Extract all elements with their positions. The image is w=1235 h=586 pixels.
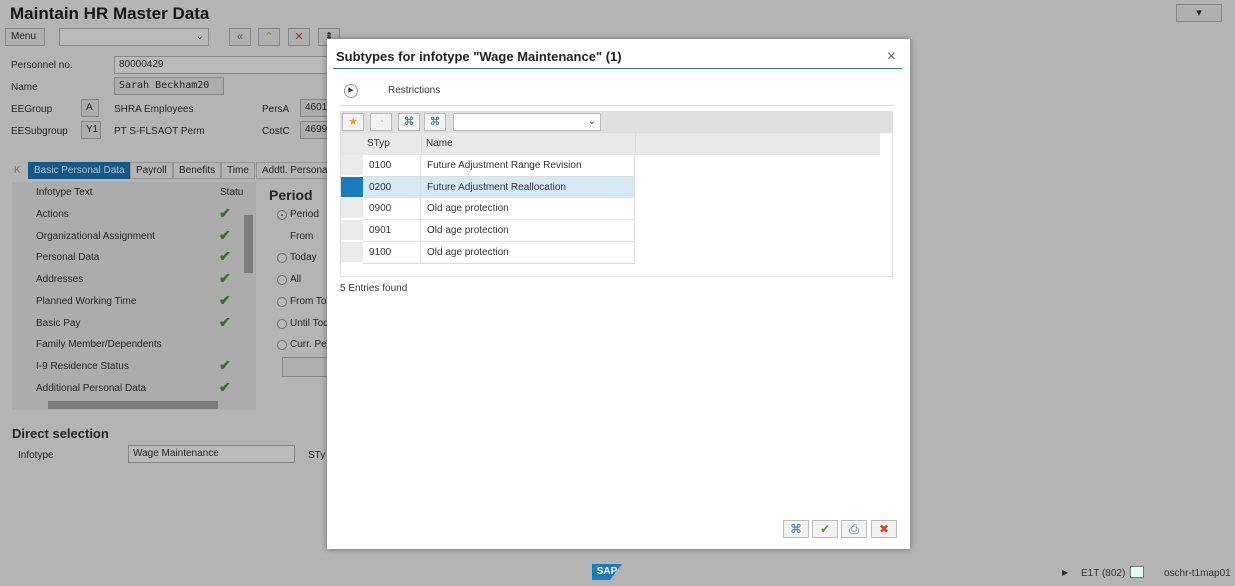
entries-found: 5 Entries found bbox=[340, 283, 408, 294]
restrictions-label[interactable]: Restrictions bbox=[388, 85, 440, 96]
row-selector[interactable] bbox=[341, 176, 363, 198]
grid-toolbar: ★ ◔ ⌘ ⌘ ⌄ bbox=[340, 111, 893, 132]
name-cell[interactable]: Old age protection bbox=[421, 220, 635, 243]
col-name[interactable]: Name bbox=[421, 133, 635, 155]
close-icon[interactable]: × bbox=[887, 48, 896, 66]
row-selector[interactable] bbox=[341, 220, 363, 242]
cancel-button[interactable]: ✖ bbox=[871, 520, 897, 538]
expand-restrictions-icon[interactable]: ▶ bbox=[344, 84, 358, 98]
expand-status-icon[interactable]: ▶ bbox=[1062, 568, 1068, 577]
find-next-icon[interactable]: ⌘ bbox=[424, 113, 446, 131]
styp-cell[interactable]: 0901 bbox=[363, 220, 421, 243]
print-button[interactable]: ⎙ bbox=[841, 520, 867, 538]
find-button[interactable]: ⌘ bbox=[783, 520, 809, 538]
row-selector[interactable] bbox=[341, 198, 363, 220]
row-selector[interactable] bbox=[341, 241, 363, 263]
styp-cell[interactable]: 0900 bbox=[363, 198, 421, 221]
styp-cell[interactable]: 0100 bbox=[363, 155, 421, 177]
styp-cell[interactable]: 0200 bbox=[363, 176, 421, 199]
session-icon[interactable] bbox=[1130, 566, 1144, 578]
sap-logo: SAP bbox=[592, 564, 622, 580]
layout-select[interactable]: ⌄ bbox=[453, 113, 601, 131]
row-selector[interactable] bbox=[341, 155, 363, 176]
status-bar: SAP ▶ E1T (802) oschr-t1map01 bbox=[0, 560, 1235, 586]
name-cell[interactable]: Future Adjustment Range Revision bbox=[421, 155, 635, 177]
ear-icon: ◔ bbox=[370, 113, 392, 131]
name-cell[interactable]: Future Adjustment Reallocation bbox=[421, 176, 635, 199]
col-styp[interactable]: STyp bbox=[363, 133, 421, 155]
confirm-button[interactable]: ✔ bbox=[812, 520, 838, 538]
styp-cell[interactable]: 9100 bbox=[363, 241, 421, 264]
subtypes-dialog: Subtypes for infotype "Wage Maintenance"… bbox=[327, 39, 910, 549]
system-info: E1T (802) bbox=[1081, 568, 1126, 579]
server-info: oschr-t1map01 bbox=[1164, 568, 1231, 579]
name-cell[interactable]: Old age protection bbox=[421, 241, 635, 264]
subtypes-grid: STyp Name 0100 Future Adjustment Range R… bbox=[340, 132, 893, 277]
dialog-title: Subtypes for infotype "Wage Maintenance"… bbox=[336, 49, 622, 64]
add-favorite-icon[interactable]: ★ bbox=[342, 113, 364, 131]
name-cell[interactable]: Old age protection bbox=[421, 198, 635, 221]
find-icon[interactable]: ⌘ bbox=[398, 113, 420, 131]
